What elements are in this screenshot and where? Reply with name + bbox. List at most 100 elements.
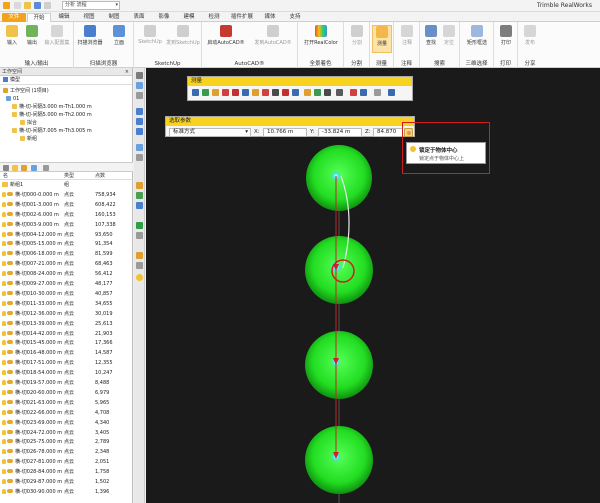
visibility-bulb-icon[interactable] — [2, 251, 6, 257]
tree-node-slice-1[interactable]: 横-切-间隔3.000 m-Th1.000 m — [12, 104, 92, 111]
visibility-bulb-icon[interactable] — [2, 399, 6, 405]
palette-icon[interactable] — [136, 222, 143, 229]
annotate-button[interactable]: 注释 — [396, 25, 418, 46]
iso-view-icon[interactable] — [136, 144, 143, 151]
list-item[interactable]: 横-切013-39.000 m 点云 25,613 — [0, 320, 133, 329]
point-icon[interactable] — [192, 89, 199, 96]
tab-file[interactable]: 文件 — [2, 13, 26, 22]
profile-icon[interactable] — [304, 89, 311, 96]
tab-support[interactable]: 支持 — [283, 13, 307, 22]
visibility-bulb-icon[interactable] — [2, 389, 6, 395]
visibility-bulb-icon[interactable] — [2, 429, 6, 435]
3d-viewport[interactable]: 测量 选取参数 标准方式 ▾ X: 10.766 m Y: -33.824 m … — [146, 68, 600, 503]
send-sketchup-button[interactable]: 发到SketchUp — [166, 25, 200, 46]
tree-node-slice-3[interactable]: 横-切-间隔7.005 m-Th3.005 m — [12, 128, 92, 135]
tab-imaging[interactable]: 影像 — [152, 13, 176, 22]
list-item[interactable]: 横-切007-21.000 m 点云 68,463 — [0, 260, 133, 269]
visibility-bulb-icon[interactable] — [2, 320, 6, 326]
visibility-bulb-icon[interactable] — [2, 488, 6, 494]
layers-icon[interactable] — [136, 262, 143, 269]
y-field[interactable]: -33.824 m — [318, 128, 362, 137]
side-view-icon[interactable] — [136, 128, 143, 135]
visibility-bulb-icon[interactable] — [2, 449, 6, 455]
col-name[interactable]: 名 — [3, 173, 8, 180]
pick-mode-select[interactable]: 标准方式 ▾ — [169, 128, 251, 137]
visibility-bulb-icon[interactable] — [2, 241, 6, 247]
tree-node-slice-2[interactable]: 横-切-间隔5.000 m-Th2.000 m — [12, 112, 92, 119]
tab-inspection[interactable]: 检测 — [202, 13, 226, 22]
list-item[interactable]: 横-切016-48.000 m 点云 14,587 — [0, 349, 133, 358]
scan-browser-button[interactable]: 扫描浏览器 — [76, 25, 104, 46]
visibility-bulb-icon[interactable] — [2, 419, 6, 425]
visibility-bulb-icon[interactable] — [2, 211, 6, 217]
visibility-bulb-icon[interactable] — [2, 300, 6, 306]
x-field[interactable]: 10.766 m — [263, 128, 307, 137]
list-item[interactable]: 横-切027-81.000 m 点云 2,051 — [0, 458, 133, 467]
zoom-icon[interactable] — [136, 92, 143, 99]
close-icon[interactable]: × — [125, 68, 129, 76]
target-icon[interactable] — [136, 274, 143, 281]
visibility-bulb-icon[interactable] — [2, 459, 6, 465]
volume-icon[interactable] — [232, 89, 239, 96]
sketchup-button[interactable]: SketchUp — [136, 25, 164, 45]
elevation-icon[interactable] — [324, 89, 331, 96]
angle-icon[interactable] — [212, 89, 219, 96]
xyz-icon[interactable] — [336, 89, 343, 96]
hand-icon[interactable] — [136, 72, 143, 79]
list-item[interactable]: 横-切012-36.000 m 点云 30,019 — [0, 310, 133, 319]
list-item[interactable]: 横-切023-69.000 m 点云 4,340 — [0, 419, 133, 428]
tab-view[interactable]: 视图 — [77, 13, 101, 22]
up-arrow-icon[interactable] — [21, 165, 27, 171]
open-icon[interactable] — [24, 2, 31, 9]
list-item[interactable]: 横-切014-42.000 m 点云 21,903 — [0, 330, 133, 339]
rect-select-button[interactable]: 矩形框选 — [462, 25, 492, 46]
list-item[interactable]: 横-切024-72.000 m 点云 3,405 — [0, 429, 133, 438]
orbit-icon[interactable] — [136, 82, 143, 89]
tab-edit[interactable]: 编辑 — [52, 13, 76, 22]
visibility-bulb-icon[interactable] — [2, 479, 6, 484]
list-item[interactable]: 横-切022-66.000 m 点云 4,708 — [0, 409, 133, 418]
visibility-bulb-icon[interactable] — [2, 271, 6, 277]
print-button[interactable]: 打印 — [496, 25, 516, 46]
visibility-bulb-icon[interactable] — [2, 340, 6, 346]
visibility-bulb-icon[interactable] — [2, 370, 6, 376]
tab-home[interactable]: 开始 — [27, 13, 51, 22]
list-item[interactable]: 横-切021-63.000 m 点云 5,965 — [0, 399, 133, 408]
refresh-icon[interactable] — [3, 165, 9, 171]
find-button[interactable]: 查找 — [422, 25, 440, 46]
tab-surface[interactable]: 表面 — [127, 13, 151, 22]
tree-project[interactable]: 工作空间 (1项目) — [3, 88, 49, 95]
new-icon[interactable] — [14, 2, 21, 9]
import-button[interactable]: 输入 — [3, 25, 21, 46]
section-icon[interactable] — [314, 89, 321, 96]
list-item[interactable]: 横-切026-78.000 m 点云 2,348 — [0, 448, 133, 457]
snap-icon[interactable] — [350, 89, 357, 96]
tree-node-newgroup[interactable]: 新组 — [20, 136, 37, 143]
model-tab[interactable]: 模型 — [0, 76, 132, 85]
diameter-icon[interactable] — [252, 89, 259, 96]
perspective-icon[interactable] — [136, 154, 143, 161]
visibility-bulb-icon[interactable] — [2, 350, 6, 356]
tree-node-01[interactable]: 01 — [6, 96, 19, 103]
visibility-bulb-icon[interactable] — [2, 261, 6, 267]
list-item[interactable]: 横-切028-84.000 m 点云 1,758 — [0, 468, 133, 477]
list-item[interactable]: 横-切005-15.000 m 点云 91,354 — [0, 240, 133, 249]
list-item[interactable]: 横-切000-0.000 m 点云 758,934 — [0, 191, 133, 200]
col-type[interactable]: 类型 — [64, 173, 74, 180]
list-item[interactable]: 横-切006-18.000 m 点云 81,599 — [0, 250, 133, 259]
undo-icon[interactable] — [44, 2, 51, 9]
export-button[interactable]: 输出 — [23, 25, 41, 46]
warning-icon[interactable] — [136, 252, 143, 259]
tab-drawing[interactable]: 制图 — [102, 13, 126, 22]
list-item[interactable]: 横-切020-60.000 m 点云 6,979 — [0, 389, 133, 398]
send-autocad-button[interactable]: 发到AutoCAD® — [250, 25, 296, 46]
clear-icon[interactable] — [374, 89, 381, 96]
visibility-bulb-icon[interactable] — [2, 360, 6, 366]
list-item[interactable]: 横-切002-6.000 m 点云 160,153 — [0, 211, 133, 220]
link-icon[interactable] — [360, 89, 367, 96]
list-item[interactable]: 横-切025-75.000 m 点云 2,789 — [0, 438, 133, 447]
tree-node-fit[interactable]: 拟合 — [20, 120, 37, 127]
area-icon[interactable] — [222, 89, 229, 96]
visibility-bulb-icon[interactable] — [2, 380, 6, 385]
visibility-bulb-icon[interactable] — [2, 409, 6, 415]
